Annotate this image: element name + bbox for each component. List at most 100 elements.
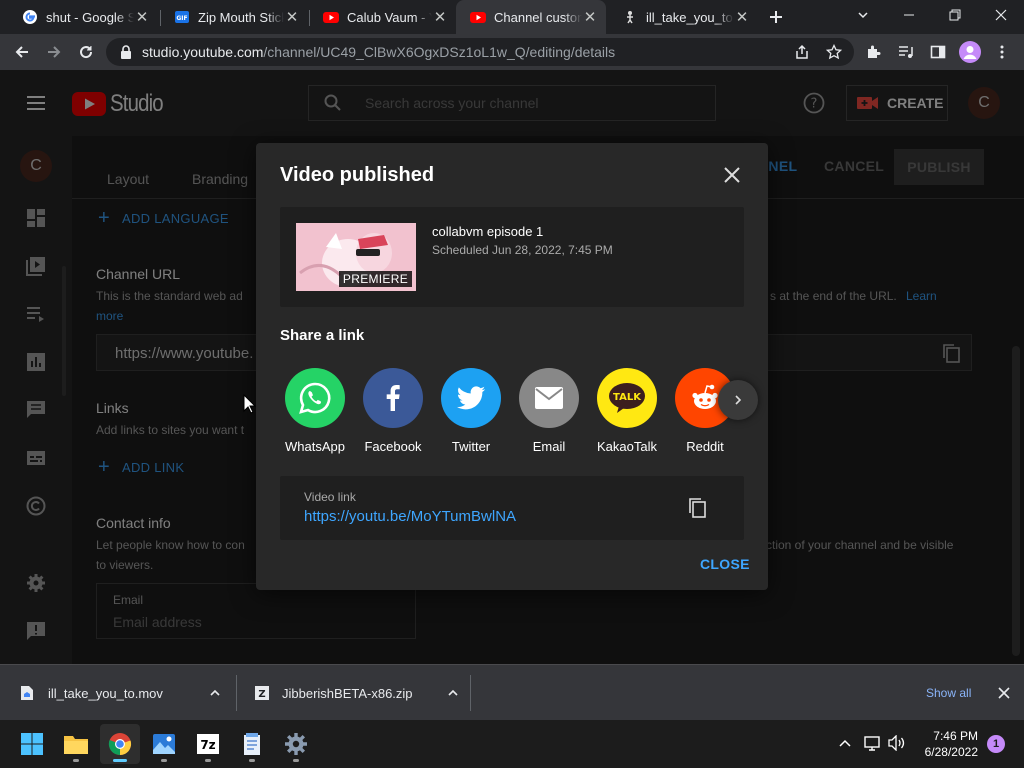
close-button[interactable]: CLOSE bbox=[700, 556, 750, 572]
chrome-app[interactable] bbox=[100, 724, 140, 764]
restore-icon bbox=[949, 9, 961, 21]
youtube-icon bbox=[323, 9, 339, 25]
minimize-icon bbox=[904, 14, 914, 16]
downloads-bar: ill_take_you_to.mov Z JibberishBETA-x86.… bbox=[0, 664, 1024, 720]
tab-google-search[interactable]: shut - Google Search ✕ bbox=[8, 0, 158, 34]
puzzle-icon bbox=[868, 45, 881, 58]
chrome-menu-button[interactable] bbox=[988, 38, 1016, 66]
tab-title: Zip Mouth Sticker bbox=[198, 9, 284, 25]
file-explorer-app[interactable] bbox=[56, 724, 96, 764]
close-icon bbox=[995, 9, 1007, 21]
tab-search-button[interactable] bbox=[840, 0, 886, 30]
network-icon[interactable] bbox=[864, 735, 882, 756]
settings-app[interactable] bbox=[276, 724, 316, 764]
share-twitter[interactable]: Twitter bbox=[432, 368, 510, 454]
dialog-title: Video published bbox=[280, 164, 435, 186]
share-kakaotalk[interactable]: TALK KakaoTalk bbox=[588, 368, 666, 454]
clock-date: 6/28/2022 bbox=[924, 745, 978, 759]
twitter-icon bbox=[441, 368, 501, 428]
photos-app[interactable] bbox=[144, 724, 184, 764]
tab-calub-vaum[interactable]: Calub Vaum - YouTube ✕ bbox=[309, 0, 456, 34]
lock-icon bbox=[121, 45, 131, 59]
close-tab-icon[interactable]: ✕ bbox=[432, 8, 448, 26]
share-facebook[interactable]: Facebook bbox=[354, 368, 432, 454]
running-indicator bbox=[249, 759, 255, 762]
close-tab-icon[interactable]: ✕ bbox=[582, 8, 598, 26]
download-divider bbox=[470, 675, 471, 711]
tab-channel-customization[interactable]: Channel customization ✕ bbox=[456, 0, 606, 34]
minimize-button[interactable] bbox=[886, 0, 932, 30]
profile-button[interactable] bbox=[956, 38, 984, 66]
photos-icon bbox=[153, 734, 175, 754]
google-icon bbox=[22, 9, 38, 25]
tab-title: shut - Google Search bbox=[46, 9, 134, 25]
share-whatsapp[interactable]: WhatsApp bbox=[276, 368, 354, 454]
url-path: /channel/UC49_ClBwX6OgxDSz1oL1w_Q/editin… bbox=[263, 44, 616, 60]
whatsapp-icon bbox=[285, 368, 345, 428]
chevron-up-icon bbox=[447, 689, 458, 696]
restore-button[interactable] bbox=[932, 0, 978, 30]
video-published-dialog: Video published PREMIERE collabvm episod… bbox=[256, 143, 768, 590]
kakaotalk-icon: TALK bbox=[597, 368, 657, 428]
tab-zip-mouth[interactable]: GIF Zip Mouth Sticker ✕ bbox=[160, 0, 308, 34]
dialog-close-button[interactable] bbox=[720, 163, 744, 187]
side-panel-icon bbox=[930, 45, 946, 59]
video-card: PREMIERE collabvm episode 1 Scheduled Ju… bbox=[280, 207, 744, 307]
address-bar[interactable]: studio.youtube.com/channel/UC49_ClBwX6Og… bbox=[106, 38, 854, 66]
share-email[interactable]: Email bbox=[510, 368, 588, 454]
youtube-icon bbox=[470, 9, 486, 25]
svg-text:GIF: GIF bbox=[176, 15, 187, 22]
side-panel-button[interactable] bbox=[924, 38, 952, 66]
download-item-mov[interactable]: ill_take_you_to.mov bbox=[20, 665, 221, 721]
notification-badge[interactable]: 1 bbox=[987, 735, 1005, 753]
video-link-url[interactable]: https://youtu.be/MoYTumBwlNA bbox=[304, 508, 516, 525]
chrome-icon bbox=[108, 733, 132, 756]
browser-toolbar: studio.youtube.com/channel/UC49_ClBwX6Og… bbox=[0, 34, 1024, 70]
start-button[interactable] bbox=[12, 724, 52, 764]
tab-title: Channel customization bbox=[494, 9, 582, 25]
arrow-left-icon bbox=[15, 46, 28, 58]
running-indicator bbox=[113, 759, 127, 762]
notepad-app[interactable] bbox=[232, 724, 272, 764]
tab-ill-take-you-to[interactable]: ill_take_you_to.mov ✕ bbox=[608, 0, 758, 34]
zip-icon: Z bbox=[255, 686, 269, 700]
share-label: Facebook bbox=[364, 439, 422, 454]
clock-time: 7:46 PM bbox=[933, 729, 978, 743]
forward-button[interactable] bbox=[40, 38, 68, 66]
new-tab-button[interactable] bbox=[762, 3, 790, 31]
windows-start-icon bbox=[21, 733, 43, 755]
extensions-button[interactable] bbox=[860, 38, 888, 66]
media-controls-button[interactable] bbox=[892, 38, 920, 66]
running-indicator bbox=[293, 759, 299, 762]
close-window-button[interactable] bbox=[978, 0, 1024, 30]
close-tab-icon[interactable]: ✕ bbox=[134, 8, 150, 26]
close-tab-icon[interactable]: ✕ bbox=[284, 8, 300, 26]
profile-avatar-icon bbox=[959, 41, 981, 63]
svg-text:Z: Z bbox=[258, 689, 265, 700]
volume-icon[interactable] bbox=[888, 734, 906, 756]
settings-gear-icon bbox=[285, 733, 307, 755]
file-explorer-icon bbox=[64, 736, 88, 754]
copy-link-button[interactable] bbox=[686, 496, 710, 520]
video-link-card: Video link https://youtu.be/MoYTumBwlNA bbox=[280, 476, 744, 540]
show-all-downloads[interactable]: Show all bbox=[926, 665, 971, 721]
share-label: KakaoTalk bbox=[597, 439, 657, 454]
share-icon bbox=[796, 44, 808, 59]
file-icon bbox=[21, 686, 33, 700]
reload-button[interactable] bbox=[72, 38, 100, 66]
copy-icon bbox=[689, 498, 706, 518]
7zip-app[interactable]: 7z bbox=[188, 724, 228, 764]
share-next-button[interactable] bbox=[718, 380, 758, 420]
chevron-up-icon bbox=[839, 739, 851, 747]
taskbar-clock[interactable]: 7:46 PM 6/28/2022 bbox=[912, 728, 978, 760]
download-item-zip[interactable]: Z JibberishBETA-x86.zip bbox=[254, 665, 459, 721]
video-thumbnail[interactable]: PREMIERE bbox=[296, 223, 416, 291]
close-downloads-button[interactable] bbox=[998, 665, 1010, 721]
close-tab-icon[interactable]: ✕ bbox=[734, 8, 750, 26]
windows-taskbar: 7z 7:46 PM 6/28/2022 1 bbox=[0, 720, 1024, 768]
figure-icon bbox=[622, 9, 638, 25]
share-label: WhatsApp bbox=[285, 439, 345, 454]
back-button[interactable] bbox=[8, 38, 36, 66]
tray-overflow-button[interactable] bbox=[838, 736, 852, 755]
chevron-down-icon bbox=[858, 12, 868, 19]
